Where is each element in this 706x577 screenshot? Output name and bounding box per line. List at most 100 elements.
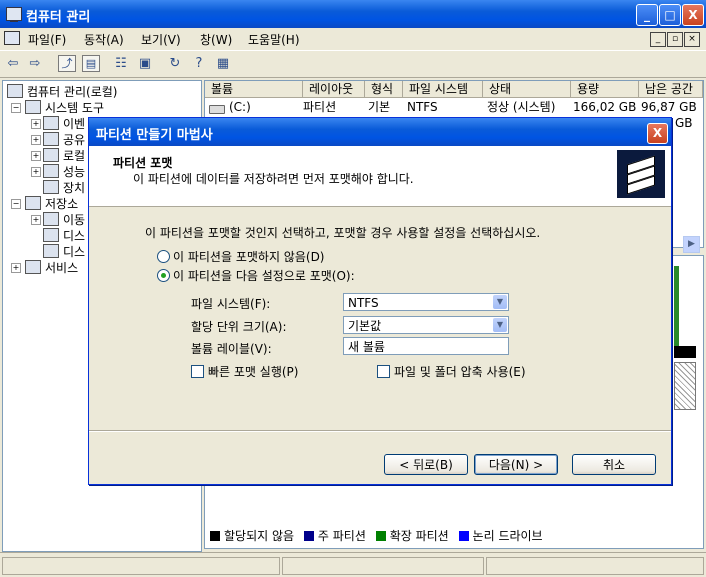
scroll-right-icon[interactable]: ▶ <box>683 236 700 253</box>
shared-folder-icon <box>43 132 59 146</box>
maximize-button[interactable]: □ <box>659 4 681 26</box>
event-viewer-icon <box>43 116 59 130</box>
dialog-title: 파티션 만들기 마법사 <box>96 128 213 143</box>
tree-item-device[interactable]: 장치 <box>43 179 85 196</box>
disk-stack-icon <box>617 150 665 198</box>
help-icon[interactable]: ? <box>190 55 208 72</box>
column-filesystem[interactable]: 파일 시스템 <box>403 81 483 98</box>
legend-extended: 확장 파티션 <box>389 529 449 543</box>
volume-label-input[interactable]: 새 볼륨 <box>343 337 509 355</box>
up-folder-icon[interactable]: ⤴ <box>58 55 76 72</box>
back-icon[interactable]: ⇦ <box>4 55 22 72</box>
filesystem-select[interactable]: NTFS ▼ <box>343 293 509 311</box>
tree-item-event[interactable]: 이벤 <box>43 115 85 132</box>
tree-item-removable[interactable]: 이동 <box>43 211 85 228</box>
menu-bar: 파일(F) 동작(A) 보기(V) 창(W) 도움말(H) <box>0 28 706 50</box>
defrag-icon <box>43 228 59 242</box>
selected-partition-block[interactable] <box>674 362 696 410</box>
users-icon <box>43 148 59 162</box>
expand-icon[interactable]: + <box>31 167 41 177</box>
legend-swatch-unallocated <box>210 531 220 541</box>
legend-primary: 주 파티션 <box>317 529 366 543</box>
menu-help[interactable]: 도움말(H) <box>248 31 300 48</box>
dialog-close-button[interactable]: X <box>647 123 668 144</box>
checkbox-icon[interactable] <box>191 365 204 378</box>
wizard-step-title: 파티션 포맷 <box>113 156 173 170</box>
volume-label-label: 볼륨 레이블(V): <box>191 342 272 356</box>
collapse-icon[interactable]: − <box>11 103 21 113</box>
row-layout: 파티션 <box>303 100 337 114</box>
services-icon <box>25 260 41 274</box>
radio-format[interactable]: 이 파티션을 다음 설정으로 포맷(O): <box>157 267 355 284</box>
menu-action[interactable]: 동작(A) <box>84 31 124 48</box>
radio-no-format[interactable]: 이 파티션을 포맷하지 않음(D) <box>157 248 325 265</box>
legend-swatch-extended <box>375 531 386 541</box>
disk-management-icon <box>43 244 59 258</box>
legend-swatch-primary <box>303 531 314 541</box>
tree-services[interactable]: 서비스 <box>25 259 78 276</box>
expand-icon[interactable]: + <box>31 215 41 225</box>
column-free-space[interactable]: 남은 공간 <box>639 81 703 98</box>
menu-file[interactable]: 파일(F) <box>28 31 66 48</box>
tree-item-local[interactable]: 로컬 <box>43 147 85 164</box>
child-close-icon[interactable]: × <box>684 32 700 47</box>
column-status[interactable]: 상태 <box>483 81 571 98</box>
compression-checkbox[interactable]: 파일 및 폴더 압축 사용(E) <box>377 363 526 380</box>
menu-view[interactable]: 보기(V) <box>141 31 181 48</box>
column-type[interactable]: 형식 <box>365 81 403 98</box>
expand-icon[interactable]: + <box>11 263 21 273</box>
storage-icon <box>25 196 41 210</box>
chevron-down-icon[interactable]: ▼ <box>493 318 507 332</box>
unallocated-bar[interactable] <box>674 346 696 358</box>
show-hide-tree-icon[interactable]: ▤ <box>82 55 100 72</box>
tree-item-defrag[interactable]: 디스 <box>43 227 85 244</box>
checkbox-icon[interactable] <box>377 365 390 378</box>
create-partition-wizard: 파티션 만들기 마법사 X 파티션 포맷 이 파티션에 데이터를 저장하려면 먼… <box>88 117 672 485</box>
menu-window[interactable]: 창(W) <box>200 31 232 48</box>
back-button[interactable]: < 뒤로(B) <box>384 454 468 475</box>
tree-system-tools[interactable]: 시스템 도구 <box>25 99 104 116</box>
drive-icon <box>209 105 225 114</box>
quick-format-checkbox[interactable]: 빠른 포맷 실행(P) <box>191 363 298 380</box>
properties-icon[interactable]: ☷ <box>112 55 130 72</box>
allocation-unit-select[interactable]: 기본값 ▼ <box>343 316 509 334</box>
tree-storage[interactable]: 저장소 <box>25 195 78 212</box>
row-status: 정상 (시스템) <box>487 100 556 114</box>
expand-icon[interactable]: + <box>31 119 41 129</box>
next-button[interactable]: 다음(N) > <box>474 454 558 475</box>
tree-item-performance[interactable]: 성능 <box>43 163 85 180</box>
forward-icon[interactable]: ⇨ <box>26 55 44 72</box>
minimize-button[interactable]: _ <box>636 4 658 26</box>
column-capacity[interactable]: 용량 <box>571 81 639 98</box>
expand-icon[interactable]: + <box>31 151 41 161</box>
tools-icon <box>25 100 41 114</box>
status-segment <box>282 557 484 575</box>
column-layout[interactable]: 레이아웃 <box>303 81 365 98</box>
collapse-icon[interactable]: − <box>11 199 21 209</box>
table-row[interactable]: (C:) <box>229 99 251 115</box>
refresh-icon[interactable]: ↻ <box>166 55 184 72</box>
radio-checked-icon[interactable] <box>157 269 170 282</box>
row-free-space: 96,87 GB <box>641 100 697 114</box>
export-list-icon[interactable]: ▣ <box>136 55 154 72</box>
expand-icon[interactable]: + <box>31 135 41 145</box>
close-button[interactable]: X <box>682 4 704 26</box>
radio-unchecked-icon[interactable] <box>157 250 170 263</box>
row-free-space-partial: GB <box>675 116 693 130</box>
cancel-button[interactable]: 취소 <box>572 454 656 475</box>
tree-item-disk-management[interactable]: 디스 <box>43 243 85 260</box>
disk-settings-icon[interactable]: ▦ <box>214 55 232 72</box>
chevron-down-icon[interactable]: ▼ <box>493 295 507 309</box>
child-restore-icon[interactable]: ▫ <box>667 32 683 47</box>
main-title-bar[interactable]: 컴퓨터 관리 _ □ X <box>0 0 706 28</box>
filesystem-label: 파일 시스템(F): <box>191 297 271 311</box>
dialog-title-bar[interactable]: 파티션 만들기 마법사 X <box>89 118 671 146</box>
tree-root[interactable]: 컴퓨터 관리(로컬) <box>7 83 117 100</box>
row-filesystem: NTFS <box>407 100 438 114</box>
document-icon[interactable] <box>4 31 20 45</box>
partition-block[interactable] <box>674 266 701 346</box>
row-type: 기본 <box>368 100 391 114</box>
column-volume[interactable]: 볼륨 <box>205 81 303 98</box>
child-minimize-icon[interactable]: _ <box>650 32 666 47</box>
tree-item-shared[interactable]: 공유 <box>43 131 85 148</box>
